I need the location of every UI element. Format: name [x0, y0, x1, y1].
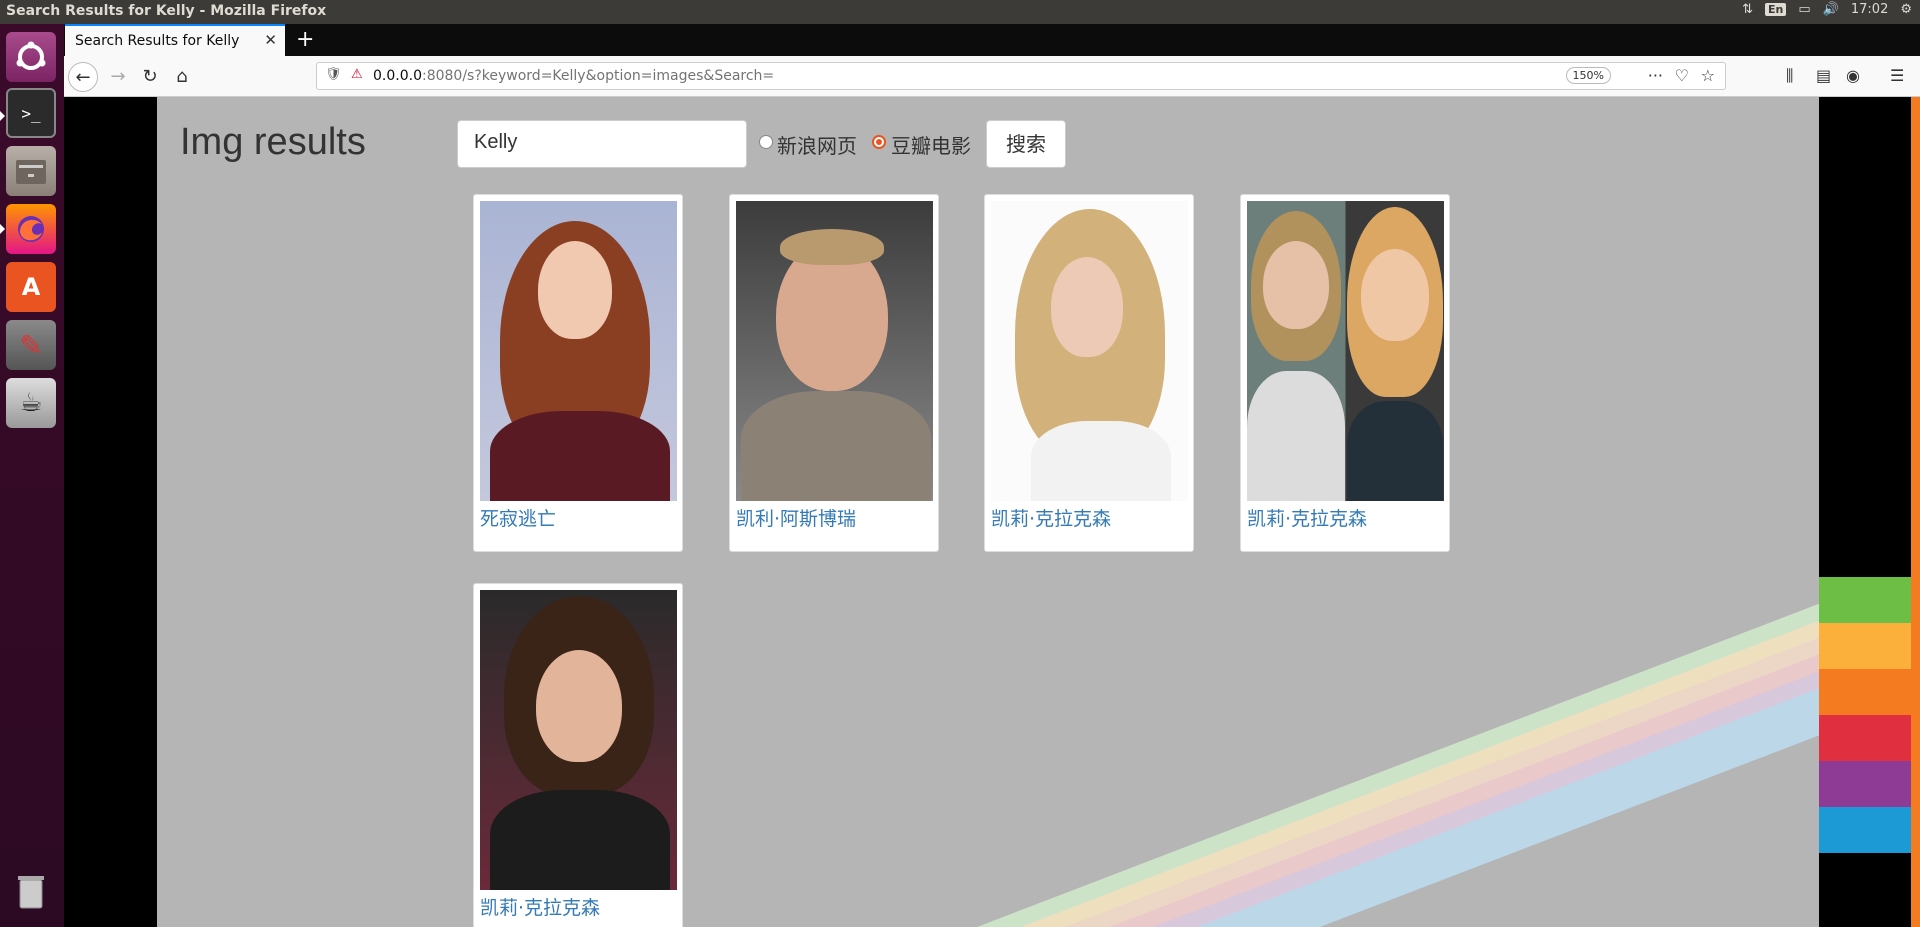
- result-caption-link[interactable]: 凯莉·克拉克森: [480, 893, 600, 920]
- network-icon[interactable]: ⇅: [1742, 2, 1753, 17]
- close-tab-icon[interactable]: ✕: [264, 31, 277, 49]
- system-tools-icon[interactable]: ✎: [6, 320, 56, 370]
- result-card[interactable]: 凯利·阿斯博瑞: [729, 194, 939, 552]
- sidebar-icon[interactable]: ▤: [1816, 66, 1831, 85]
- page-body: Img results Kelly 新浪网页 豆瓣电影 搜索 死寂逃亡 凯利·阿…: [157, 97, 1819, 927]
- volume-icon[interactable]: 🔊: [1823, 2, 1839, 17]
- insecure-connection-icon[interactable]: ⚠: [351, 67, 363, 82]
- result-caption-link[interactable]: 死寂逃亡: [480, 504, 556, 531]
- reload-button[interactable]: ↻: [136, 62, 164, 90]
- radio-sina-web-label[interactable]: 新浪网页: [777, 130, 857, 159]
- result-photo[interactable]: [480, 590, 677, 890]
- ubuntu-dash-icon[interactable]: [6, 32, 56, 82]
- radio-sina-web[interactable]: [759, 135, 773, 149]
- home-button[interactable]: ⌂: [168, 62, 196, 90]
- system-tray: ⇅ En ▭ 🔊 17:02 ⚙: [1742, 2, 1912, 17]
- result-caption-link[interactable]: 凯莉·克拉克森: [1247, 504, 1367, 531]
- result-card[interactable]: 死寂逃亡: [473, 194, 683, 552]
- search-input[interactable]: Kelly: [457, 120, 747, 168]
- result-photo[interactable]: [480, 201, 677, 501]
- desktop-wallpaper-edge: [1819, 97, 1920, 927]
- radio-douban-movie-label[interactable]: 豆瓣电影: [891, 130, 971, 159]
- page-title: Img results: [180, 121, 366, 163]
- window-title: Search Results for Kelly - Mozilla Firef…: [6, 3, 327, 19]
- result-photo[interactable]: [736, 201, 933, 501]
- search-button[interactable]: 搜索: [986, 120, 1066, 168]
- library-icon[interactable]: ⫼: [1786, 66, 1793, 86]
- result-card[interactable]: 凯莉·克拉克森: [1240, 194, 1450, 552]
- java-app-icon[interactable]: ☕: [6, 378, 56, 428]
- software-center-icon[interactable]: A: [6, 262, 56, 312]
- settings-gear-icon[interactable]: ⚙: [1900, 2, 1912, 17]
- forward-button[interactable]: →: [104, 62, 132, 90]
- result-caption-link[interactable]: 凯莉·克拉克森: [991, 504, 1111, 531]
- terminal-icon[interactable]: >_: [6, 88, 56, 138]
- battery-icon[interactable]: ▭: [1798, 2, 1810, 17]
- bookmark-star-icon[interactable]: ☆: [1701, 66, 1715, 85]
- url-host: 0.0.0.0: [373, 68, 422, 84]
- url-text[interactable]: 0.0.0.0:8080/s?keyword=Kelly&option=imag…: [373, 68, 774, 84]
- url-bar[interactable]: 🛡 ⚠ 0.0.0.0:8080/s?keyword=Kelly&option=…: [316, 62, 1726, 90]
- result-card[interactable]: 凯莉·克拉克森: [984, 194, 1194, 552]
- keyboard-layout-indicator[interactable]: En: [1765, 3, 1787, 16]
- files-icon[interactable]: [6, 146, 56, 196]
- clock[interactable]: 17:02: [1851, 2, 1888, 17]
- pocket-icon[interactable]: ♡: [1675, 66, 1689, 85]
- result-card[interactable]: 凯莉·克拉克森: [473, 583, 683, 927]
- firefox-icon[interactable]: [6, 204, 56, 254]
- tab-search-results[interactable]: Search Results for Kelly ✕: [65, 24, 285, 56]
- tracking-protection-icon[interactable]: 🛡: [325, 67, 342, 82]
- result-caption-link[interactable]: 凯利·阿斯博瑞: [736, 504, 856, 531]
- launcher-dock: >_ A ✎ ☕: [0, 24, 65, 927]
- back-button[interactable]: ←: [68, 62, 98, 92]
- trash-icon[interactable]: [6, 867, 56, 917]
- running-indicator: [0, 111, 5, 121]
- account-icon[interactable]: ◉: [1846, 66, 1860, 85]
- tab-strip: Search Results for Kelly ✕ +: [64, 24, 1920, 56]
- menu-icon[interactable]: ☰: [1890, 66, 1904, 85]
- page-actions-icon[interactable]: ···: [1648, 66, 1663, 85]
- url-path: :8080/s?keyword=Kelly&option=images&Sear…: [421, 68, 775, 84]
- result-photo[interactable]: [991, 201, 1188, 501]
- new-tab-icon[interactable]: +: [296, 27, 314, 52]
- page-viewport: Img results Kelly 新浪网页 豆瓣电影 搜索 死寂逃亡 凯利·阿…: [64, 97, 1920, 927]
- running-indicator: [0, 224, 5, 234]
- zoom-level-badge[interactable]: 150%: [1565, 67, 1611, 84]
- navigation-toolbar: ← → ↻ ⌂ 🛡 ⚠ 0.0.0.0:8080/s?keyword=Kelly…: [64, 56, 1920, 97]
- tab-title: Search Results for Kelly: [75, 33, 240, 49]
- radio-douban-movie[interactable]: [872, 135, 886, 149]
- result-photo[interactable]: [1247, 201, 1444, 501]
- system-top-panel: Search Results for Kelly - Mozilla Firef…: [0, 0, 1920, 24]
